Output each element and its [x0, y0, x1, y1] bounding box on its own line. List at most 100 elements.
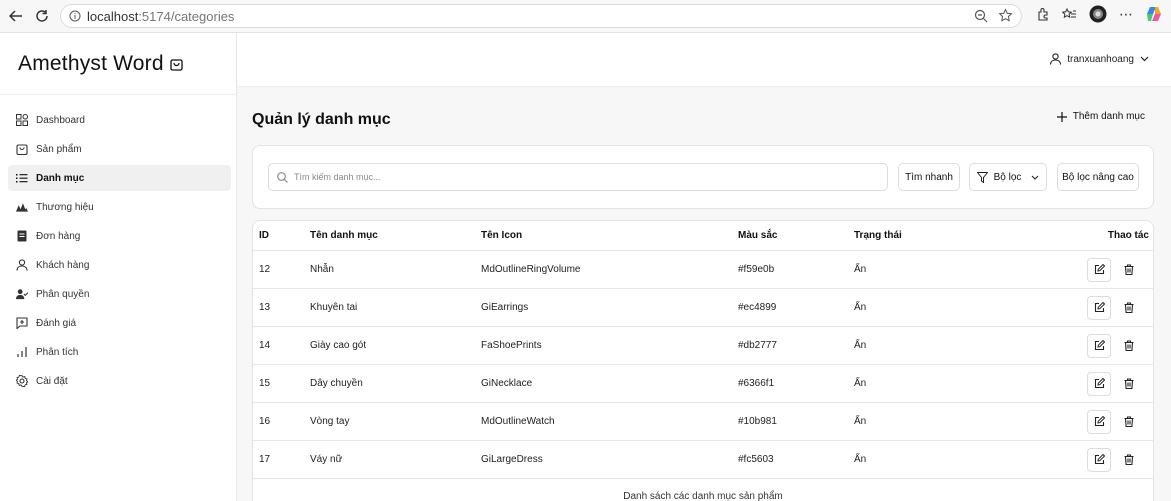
- add-category-button[interactable]: Thêm danh mục: [1056, 111, 1145, 122]
- filter-dropdown[interactable]: Bộ lọc: [969, 163, 1047, 191]
- zoom-icon[interactable]: [974, 9, 988, 23]
- user-icon: [16, 259, 28, 271]
- back-button[interactable]: [5, 5, 27, 27]
- sidebar-item-label: Thương hiệu: [36, 201, 94, 213]
- sidebar-item-label: Đánh giá: [36, 317, 77, 329]
- favorites-icon[interactable]: [1062, 7, 1077, 21]
- search-box: [268, 163, 888, 191]
- delete-button[interactable]: [1117, 410, 1141, 434]
- delete-button[interactable]: [1117, 372, 1141, 396]
- sidebar-item-permissions[interactable]: Phân quyền: [8, 281, 231, 307]
- edit-icon: [1094, 302, 1105, 313]
- address-bar[interactable]: localhost:5174/categories: [60, 4, 1022, 28]
- table-caption: Danh sách các danh mục sản phẩm: [623, 491, 783, 501]
- delete-button[interactable]: [1117, 448, 1141, 472]
- order-icon: [16, 230, 28, 242]
- edit-button[interactable]: [1087, 295, 1111, 320]
- add-category-label: Thêm danh mục: [1072, 111, 1145, 122]
- table-row: 14 Giày cao gót FaShoePrints #db2777 Ẩn: [253, 327, 1153, 365]
- cell-color: #6366f1: [738, 378, 775, 389]
- star-icon[interactable]: [998, 8, 1013, 23]
- sidebar-item-analytics[interactable]: Phân tích: [8, 339, 231, 365]
- cell-status: Ẩn: [854, 416, 867, 427]
- sidebar-item-products[interactable]: Sản phẩm: [8, 136, 231, 162]
- row-actions: [1087, 327, 1141, 364]
- sidebar-item-label: Sản phẩm: [36, 143, 82, 155]
- cell-name: Vòng tay: [310, 416, 350, 427]
- trash-icon: [1124, 416, 1134, 427]
- header-id: ID: [259, 230, 269, 241]
- sidebar-item-label: Khách hàng: [36, 259, 90, 271]
- sidebar-item-settings[interactable]: Cài đặt: [8, 368, 231, 394]
- more-icon[interactable]: ⋯: [1119, 6, 1133, 23]
- cell-icon: MdOutlineRingVolume: [481, 264, 581, 275]
- header-actions: Thao tác: [1107, 230, 1149, 241]
- sidebar-item-categories[interactable]: Danh mục: [8, 165, 231, 191]
- row-actions: [1087, 441, 1141, 478]
- edit-button[interactable]: [1087, 447, 1111, 472]
- trash-icon: [1124, 340, 1134, 351]
- table-row: 17 Váy nữ GiLargeDress #fc5603 Ẩn: [253, 441, 1153, 479]
- profile-icon[interactable]: [1089, 5, 1107, 23]
- sidebar: Amethyst Word Dashboard Sản phẩm Danh mụ…: [0, 33, 237, 501]
- trash-icon: [1124, 302, 1134, 313]
- categories-table: ID Tên danh mục Tên Icon Màu sắc Trạng t…: [252, 220, 1154, 501]
- edit-button[interactable]: [1087, 257, 1111, 282]
- sidebar-item-brands[interactable]: Thương hiệu: [8, 194, 231, 220]
- cell-color: #db2777: [738, 340, 777, 351]
- edit-button[interactable]: [1087, 333, 1111, 358]
- table-row: 16 Vòng tay MdOutlineWatch #10b981 Ẩn: [253, 403, 1153, 441]
- chevron-down-icon: [1140, 56, 1149, 62]
- sidebar-item-reviews[interactable]: Đánh giá: [8, 310, 231, 336]
- bag-icon: [16, 143, 28, 155]
- sidebar-item-label: Phân quyền: [36, 288, 90, 300]
- search-input[interactable]: [294, 172, 854, 182]
- filter-label: Bộ lọc: [993, 171, 1022, 183]
- edit-icon: [1094, 264, 1105, 275]
- sidebar-item-orders[interactable]: Đơn hàng: [8, 223, 231, 249]
- quick-search-button[interactable]: Tìm nhanh: [898, 163, 960, 191]
- cell-name: Dây chuyền: [310, 378, 363, 389]
- cell-name: Khuyên tai: [310, 302, 358, 313]
- trash-icon: [1124, 264, 1134, 275]
- cell-icon: GiNecklace: [481, 378, 533, 389]
- trash-icon: [1124, 454, 1134, 465]
- sidebar-item-dashboard[interactable]: Dashboard: [8, 107, 231, 133]
- delete-button[interactable]: [1117, 258, 1141, 282]
- header-icon: Tên Icon: [481, 230, 523, 241]
- sidebar-menu: Dashboard Sản phẩm Danh mục Thương hiệu …: [0, 95, 236, 394]
- advanced-filter-button[interactable]: Bộ lọc nâng cao: [1057, 163, 1139, 191]
- bar-chart-icon: [16, 346, 28, 358]
- page-title: Quản lý danh mục: [252, 111, 391, 128]
- trash-icon: [1124, 378, 1134, 389]
- brand: Amethyst Word: [0, 33, 236, 95]
- sidebar-item-customers[interactable]: Khách hàng: [8, 252, 231, 278]
- edit-button[interactable]: [1087, 409, 1111, 434]
- cell-color: #ec4899: [738, 302, 777, 313]
- row-actions: [1087, 251, 1141, 288]
- edit-icon: [1094, 340, 1105, 351]
- cell-status: Ẩn: [854, 340, 867, 351]
- table-header: ID Tên danh mục Tên Icon Màu sắc Trạng t…: [253, 221, 1153, 251]
- delete-button[interactable]: [1117, 296, 1141, 320]
- sidebar-item-label: Cài đặt: [36, 375, 68, 387]
- user-menu[interactable]: tranxuanhoang: [1050, 53, 1149, 65]
- filter-card: Tìm nhanh Bộ lọc Bộ lọc nâng cao: [252, 145, 1154, 209]
- main-content: Quản lý danh mục Thêm danh mục Tìm nhanh…: [237, 87, 1171, 501]
- user-icon: [1050, 53, 1062, 65]
- funnel-icon: [976, 171, 988, 183]
- copilot-icon[interactable]: [1145, 5, 1163, 23]
- delete-button[interactable]: [1117, 334, 1141, 358]
- cell-color: #f59e0b: [738, 264, 775, 275]
- brand-title: Amethyst Word: [18, 51, 164, 75]
- row-actions: [1087, 365, 1141, 402]
- quick-search-label: Tìm nhanh: [905, 171, 953, 183]
- extensions-icon[interactable]: [1036, 7, 1050, 21]
- reload-button[interactable]: [31, 5, 53, 27]
- header-name: Tên danh mục: [310, 230, 378, 241]
- table-row: 15 Dây chuyền GiNecklace #6366f1 Ẩn: [253, 365, 1153, 403]
- edit-button[interactable]: [1087, 371, 1111, 396]
- cell-icon: GiEarrings: [481, 302, 529, 313]
- edit-icon: [1094, 378, 1105, 389]
- header-status: Trạng thái: [854, 230, 902, 241]
